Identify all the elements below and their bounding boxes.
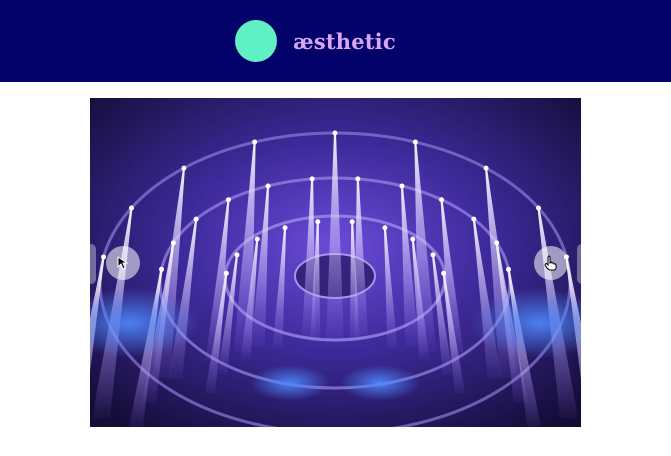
prev-slide-peek <box>90 244 96 284</box>
next-slide-button[interactable] <box>534 246 568 280</box>
light-fixture <box>471 216 477 222</box>
logo-circle-icon[interactable] <box>235 20 278 62</box>
light-fixture <box>410 236 416 242</box>
light-fixture <box>506 266 512 272</box>
light-fixture <box>225 197 231 203</box>
light-fixture <box>355 176 361 182</box>
light-fixture <box>170 240 176 246</box>
previous-slide-button[interactable] <box>106 246 140 280</box>
light-fixture <box>382 225 388 231</box>
light-fixture <box>265 183 271 189</box>
light-fixture <box>193 216 199 222</box>
brand-name[interactable]: æsthetic <box>293 29 396 54</box>
light-fixture <box>439 197 445 203</box>
light-fixture <box>101 254 107 260</box>
light-fixture <box>430 252 436 258</box>
light-fixture <box>309 176 315 182</box>
light-fixture <box>332 130 338 136</box>
light-fixture <box>315 219 321 225</box>
light-fixture <box>252 139 258 145</box>
light-fixture <box>399 183 405 189</box>
site-header: æsthetic <box>0 0 671 82</box>
light-fixture <box>128 205 134 211</box>
next-slide-peek <box>577 244 581 284</box>
light-fixture <box>536 205 542 211</box>
light-fixture <box>254 236 260 242</box>
light-fixture <box>412 139 418 145</box>
light-fixture <box>282 225 288 231</box>
light-fixture <box>349 219 355 225</box>
cursor-pointer-icon <box>117 256 129 270</box>
light-fixture <box>494 240 500 246</box>
light-fixture <box>441 270 447 276</box>
light-fixture <box>483 165 489 171</box>
image-carousel[interactable] <box>90 98 581 427</box>
light-fixture <box>234 252 240 258</box>
light-fixture <box>158 266 164 272</box>
hand-pointer-icon <box>544 255 557 271</box>
slide-image <box>90 98 581 427</box>
light-fixture <box>223 270 229 276</box>
light-fixture <box>181 165 187 171</box>
